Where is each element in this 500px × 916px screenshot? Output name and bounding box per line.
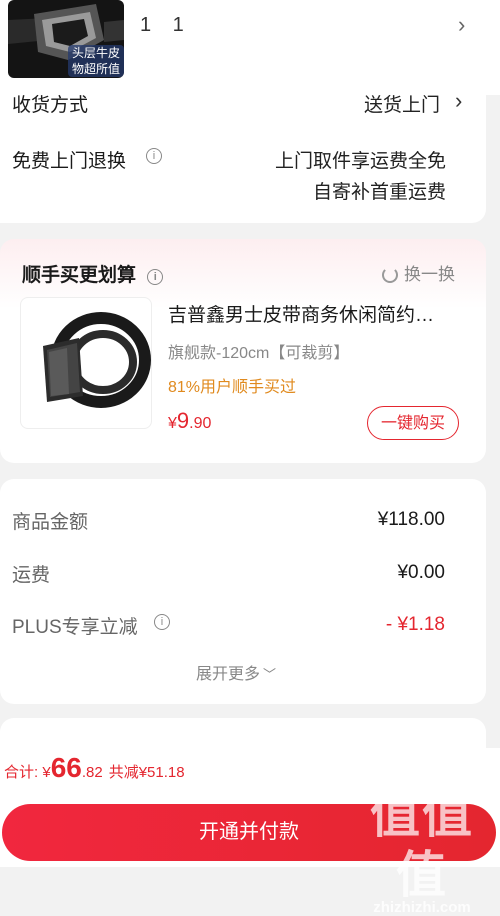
price-integer: 9 xyxy=(176,408,190,433)
total-integer: 66 xyxy=(50,752,82,783)
swap-label: 换一换 xyxy=(404,265,455,284)
watermark-url: zhizhizhi.com xyxy=(373,899,471,916)
freight-value: ¥0.00 xyxy=(397,562,445,583)
next-section-card xyxy=(0,718,486,748)
free-return-label: 免费上门退换 xyxy=(12,151,127,172)
quantity-text: 1 1 xyxy=(140,14,192,36)
refresh-icon xyxy=(382,267,398,283)
info-icon[interactable]: i xyxy=(147,269,164,285)
info-icon[interactable]: i xyxy=(146,148,162,164)
goods-amount-value: ¥118.00 xyxy=(377,509,445,530)
recommend-price: ¥9.90 xyxy=(168,408,211,434)
return-line2: 自寄补首重运费 xyxy=(312,182,446,203)
recommend-product-name[interactable]: 吉普鑫男士皮带商务休闲简约… xyxy=(168,300,468,327)
total-currency: ¥ xyxy=(42,764,51,781)
watermark-logo: 值值值 zhizhizhi.com xyxy=(352,785,492,916)
total-amount: 合计: ¥66.82 共减¥51.18 xyxy=(4,752,185,784)
recommend-title-text: 顺手买更划算 xyxy=(22,265,137,286)
swap-button[interactable]: 换一换 xyxy=(382,260,455,285)
watermark-mark: 值值值 xyxy=(370,787,474,903)
total-label: 合计: xyxy=(4,764,43,781)
goods-amount-label: 商品金额 xyxy=(12,512,89,533)
chevron-right-icon[interactable]: › xyxy=(458,12,465,38)
delivery-method-label: 收货方式 xyxy=(12,95,89,116)
price-decimal: .90 xyxy=(189,415,212,432)
plus-discount-value: - ¥1.18 xyxy=(385,614,445,635)
one-click-buy-button[interactable]: 一键购买 xyxy=(367,406,459,440)
freight-label: 运费 xyxy=(12,565,51,586)
expand-more-button[interactable]: 展开更多 ﹀ xyxy=(196,660,276,684)
delivery-method-value[interactable]: 送货上门 xyxy=(340,90,440,117)
recommend-title: 顺手买更划算 i xyxy=(22,260,164,287)
total-saved: 共减¥51.18 xyxy=(108,764,185,781)
chevron-down-icon: ﹀ xyxy=(263,667,277,682)
info-icon[interactable]: i xyxy=(154,614,170,630)
return-line1: 上门取件享运费全免 xyxy=(274,151,446,172)
expand-label: 展开更多 xyxy=(196,666,261,683)
total-decimal: .82 xyxy=(81,764,103,781)
price-currency: ¥ xyxy=(168,415,177,432)
recommend-buy-stat: 81%用户顺手买过 xyxy=(168,379,297,396)
product-thumbnail[interactable]: 头层牛皮 物超所值 xyxy=(8,0,124,78)
plus-discount-label: PLUS专享立减 xyxy=(12,617,138,638)
thumbnail-badge: 头层牛皮 物超所值 xyxy=(68,45,124,77)
recommend-product-spec: 旗舰款-120cm【可裁剪】 xyxy=(168,345,350,362)
chevron-right-icon[interactable]: › xyxy=(455,88,462,114)
recommend-product-image[interactable] xyxy=(20,297,152,429)
